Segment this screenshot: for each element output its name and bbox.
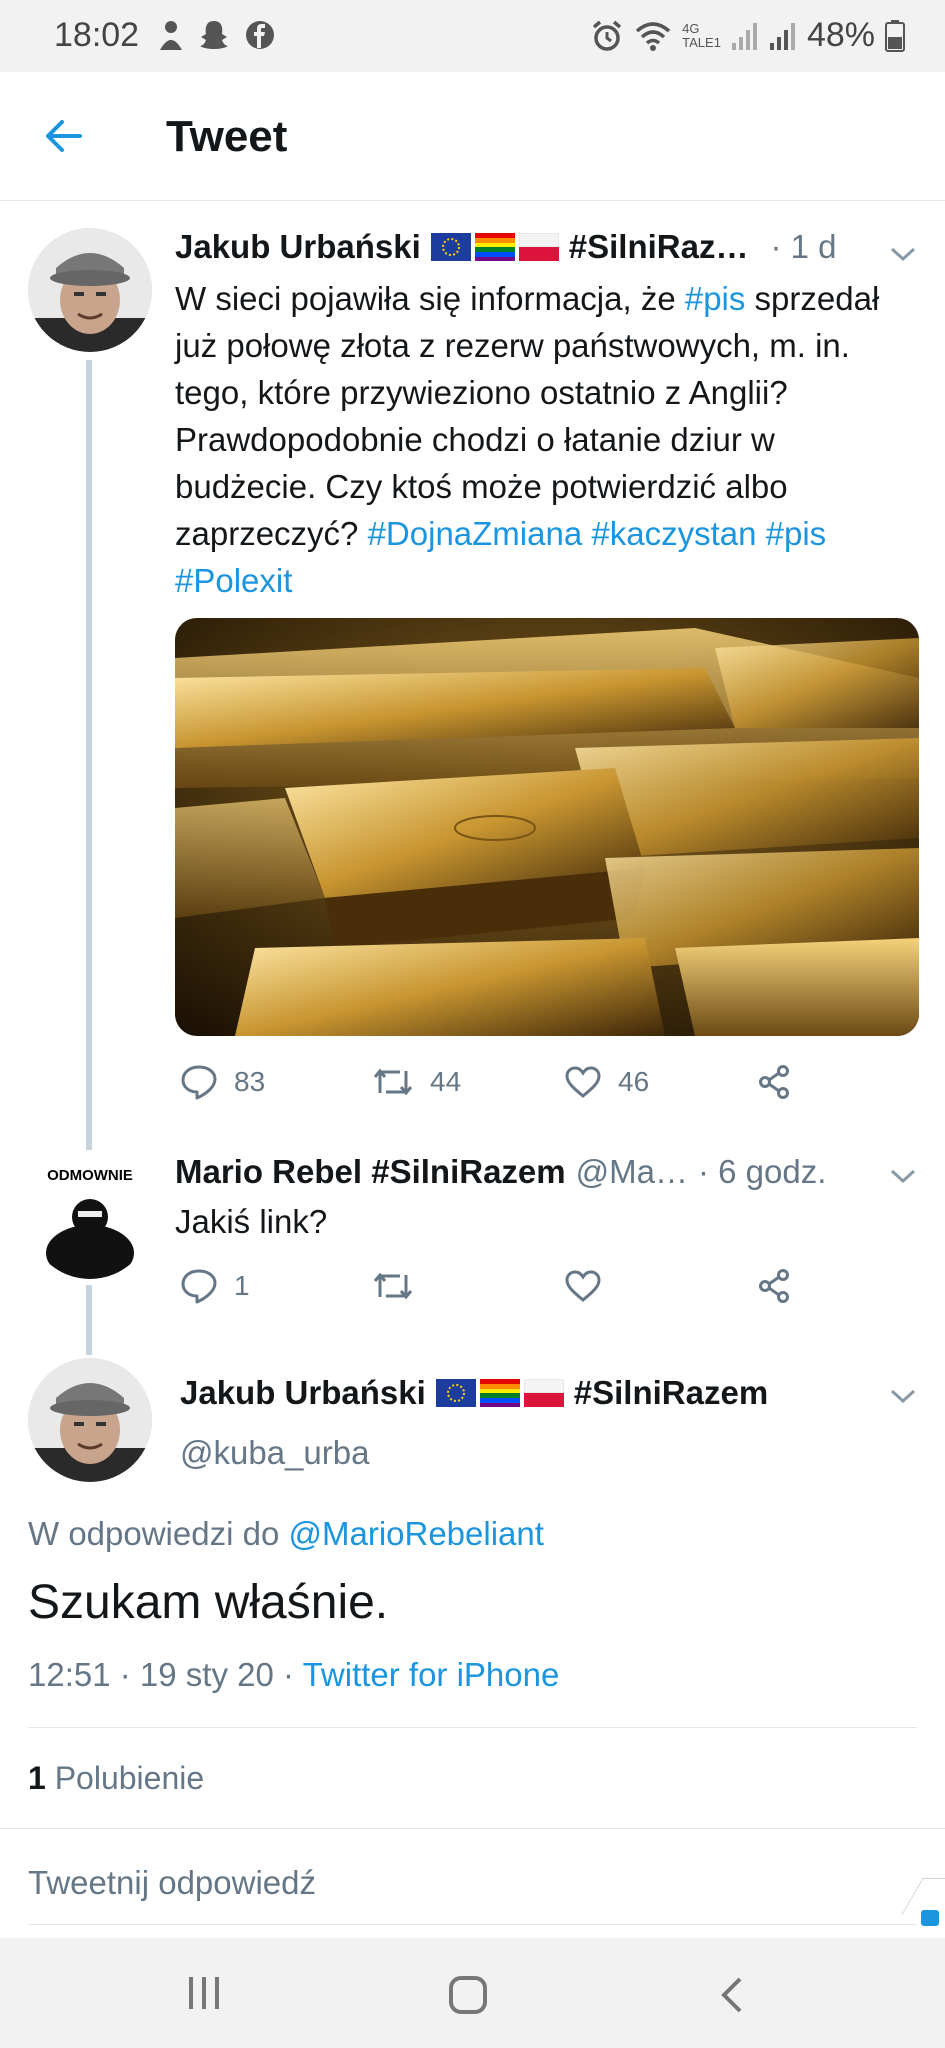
timestamp: 12:51 · 19 sty 20 · [28,1656,294,1693]
text-part: W sieci pojawiła się informacja, że [175,280,685,317]
status-indicators: 4G TALE1 48% [590,16,905,55]
chevron-down-icon[interactable] [888,1386,918,1406]
rainbow-flag-icon [479,1379,520,1407]
retweet-icon [373,1068,413,1096]
reply-icon [181,1269,217,1304]
text-part: sprzedał już połowę złota z rezerw państ… [175,280,880,552]
avatar[interactable] [28,1358,152,1482]
tweet-text: W sieci pojawiła się informacja, że #pis… [175,275,915,604]
likes-count: 1 [28,1760,46,1796]
snapchat-icon [200,21,228,49]
tweet-timestamp: 12:51 · 19 sty 20 · Twitter for iPhone [28,1656,559,1694]
battery-icon [885,19,905,52]
chevron-down-icon[interactable] [888,244,918,264]
hashtag-link[interactable]: #pis [685,280,746,317]
system-nav-bar [0,1938,945,2048]
reply-input[interactable]: Tweetnij odpowiedź [28,1864,316,1902]
share-button[interactable] [756,1268,945,1304]
tweet-image-gold-bars[interactable] [175,618,919,1036]
like-count: 46 [618,1066,650,1097]
avatar-text: ODMOWNIE [47,1167,133,1184]
poland-flag-icon [523,1379,564,1407]
author-name[interactable]: Jakub Urbański [175,228,421,266]
main-tweet-header: Jakub Urbański #SilniRazem [180,1374,768,1412]
share-icon [759,1269,789,1303]
compose-badge [921,1910,939,1926]
rainbow-flag-icon [474,233,515,261]
signal-icon-2 [769,22,795,50]
home-icon[interactable] [448,1975,488,2015]
eu-flag-icon [430,233,471,261]
thread-line [86,1285,92,1355]
tweet-actions: 1 [180,1268,945,1304]
author-handle: @Ma… [575,1153,688,1190]
tweet-actions: 83 44 46 [180,1064,945,1100]
avatar[interactable]: ODMOWNIE [28,1155,152,1279]
tweet-time: · 1 d [770,228,837,265]
person-icon [160,21,182,50]
divider [28,1727,917,1728]
signal-icon [731,22,757,50]
retweet-icon [373,1272,413,1300]
network-type: 4G [682,20,700,36]
top-app-bar: Tweet [0,72,945,201]
eu-flag-icon [435,1379,476,1407]
arrow-left-icon[interactable] [40,112,88,160]
reply-icon [181,1065,217,1100]
poland-flag-icon [518,233,559,261]
facebook-icon [246,21,274,49]
like-button[interactable]: 46 [564,1065,756,1099]
main-tweet-text: Szukam właśnie. [28,1576,389,1629]
share-button[interactable] [756,1064,945,1100]
likes-summary[interactable]: 1 Polubienie [28,1760,204,1797]
like-button[interactable] [564,1269,756,1303]
flag-icons [430,233,559,261]
reply-count: 83 [234,1066,266,1097]
author-hashtag: #SilniRaz… [568,228,749,265]
author-handle[interactable]: @kuba_urba [180,1434,369,1472]
battery-percent: 48% [806,16,875,54]
recents-icon[interactable] [186,1975,222,2011]
tweet-header: Jakub Urbański #SilniRaz… · 1 d [175,228,837,266]
retweet-button[interactable] [372,1269,564,1303]
hashtag-link[interactable]: #kaczystan [591,515,756,552]
source-link[interactable]: Twitter for iPhone [303,1656,560,1693]
author-name[interactable]: Mario Rebel #SilniRazem [175,1153,566,1191]
hashtag-link[interactable]: #Polexit [175,562,292,599]
thread-line [86,360,92,1150]
heart-icon [565,1066,601,1098]
wifi-icon [636,21,671,51]
network-labels: 4G TALE1 [682,20,721,50]
tweet-time: · 6 godz. [697,1153,827,1190]
tweet-header: Mario Rebel #SilniRazem @Ma… · 6 godz. [175,1153,826,1191]
status-bar: 18:02 4G TALE1 48% [0,0,945,72]
chevron-down-icon[interactable] [888,1166,918,1186]
hashtag-link[interactable]: #pis [766,515,827,552]
avatar[interactable] [28,228,152,352]
divider [0,1828,945,1829]
reply-button[interactable]: 83 [180,1064,372,1100]
flag-icons [435,1379,564,1407]
status-time: 18:02 [54,16,140,54]
page-title: Tweet [166,112,288,161]
reply-button[interactable]: 1 [180,1268,372,1304]
carrier-label: TALE1 [682,34,721,50]
back-icon[interactable] [718,1975,746,2015]
reply-count: 1 [234,1270,250,1301]
author-name[interactable]: Jakub Urbański [180,1374,426,1412]
retweet-count: 44 [430,1066,462,1097]
reply-to-link[interactable]: @MarioRebeliant [288,1515,543,1552]
author-hashtag: #SilniRazem [573,1374,769,1411]
retweet-button[interactable]: 44 [372,1065,564,1099]
heart-icon [565,1270,601,1302]
share-icon [759,1065,789,1099]
tweet-text: Jakiś link? [175,1203,328,1240]
notification-icons [158,18,276,52]
reply-context: W odpowiedzi do @MarioRebeliant [28,1515,544,1553]
alarm-icon [593,20,622,51]
likes-label: Polubienie [54,1760,205,1796]
hashtag-link[interactable]: #DojnaZmiana [368,515,583,552]
reply-prefix: W odpowiedzi do [28,1515,280,1552]
divider [28,1924,917,1925]
